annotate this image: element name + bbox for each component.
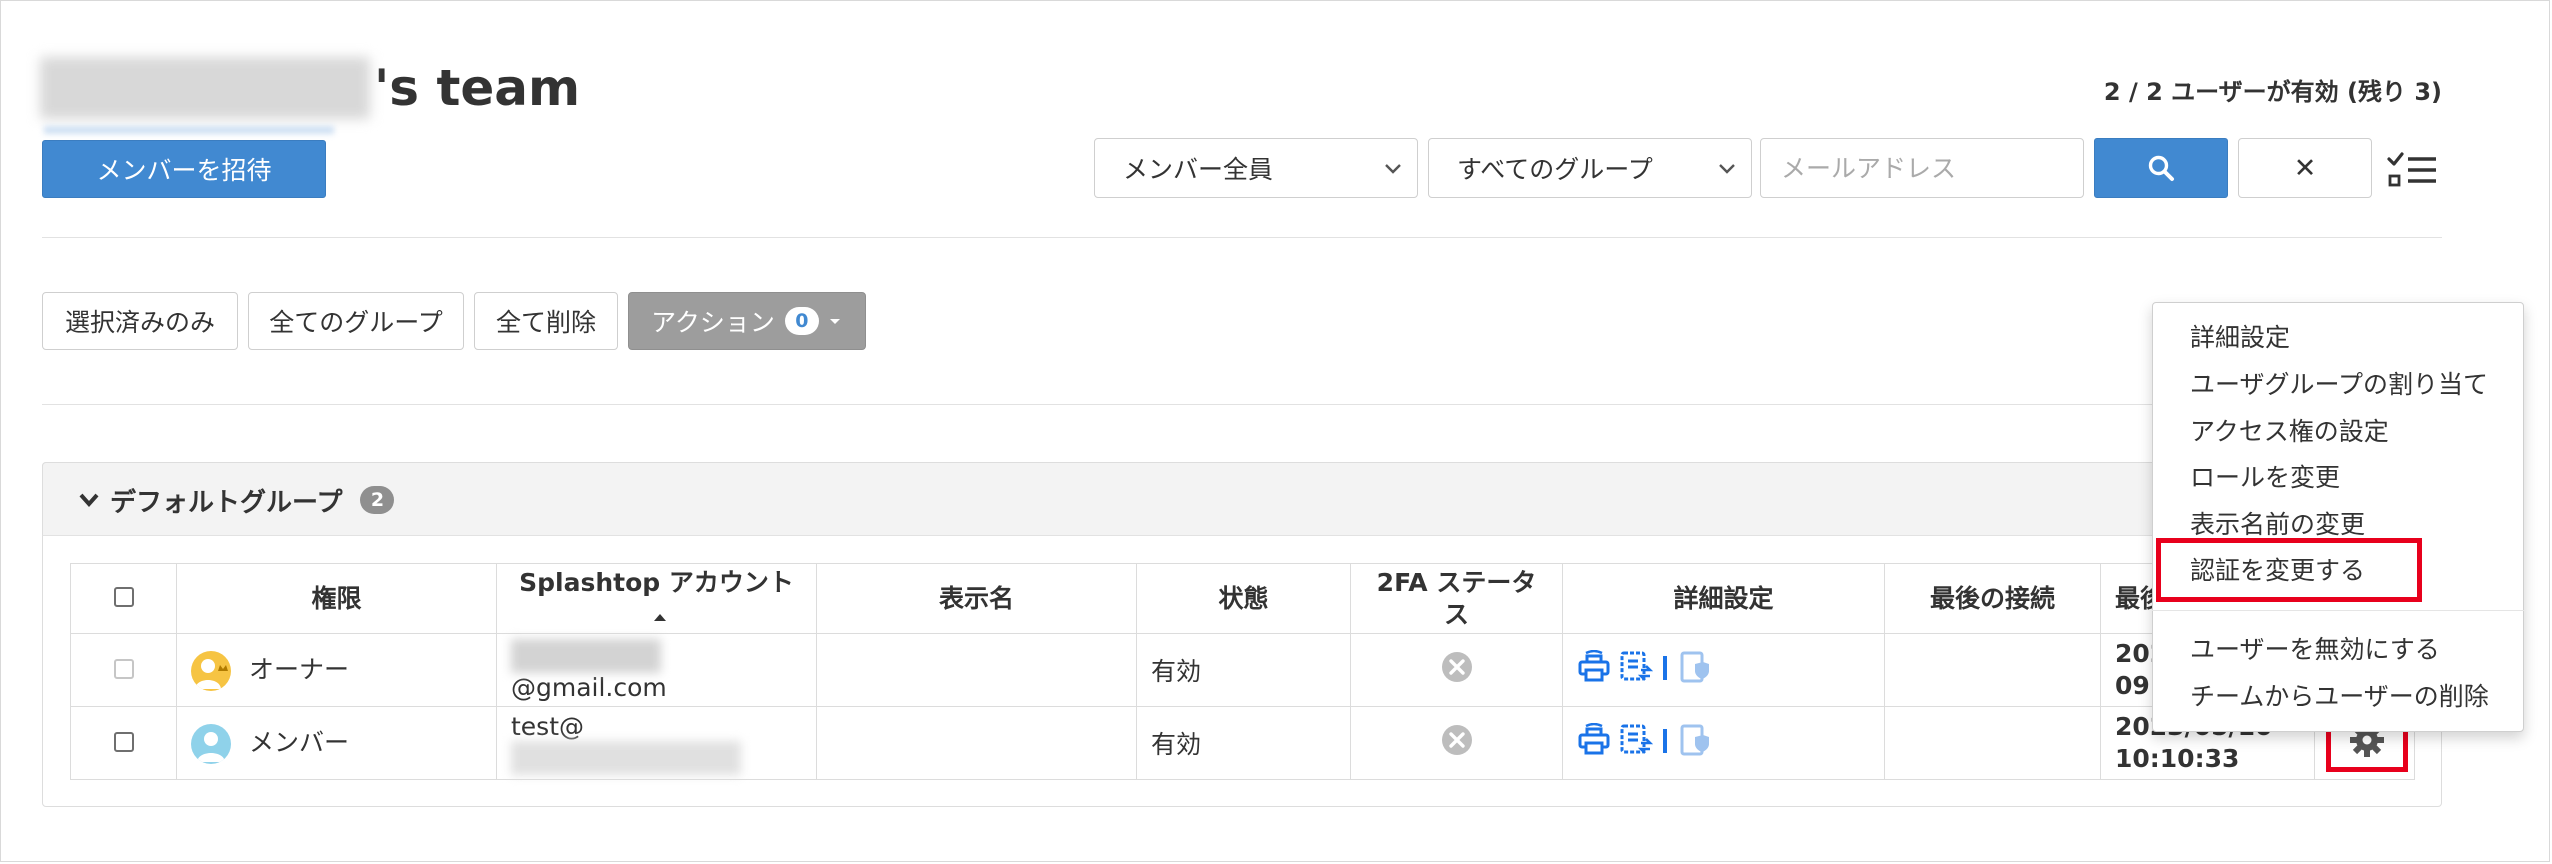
caret-down-icon: [829, 319, 840, 324]
account-cell: test@: [496, 706, 817, 780]
member-filter-select[interactable]: メンバー全員: [1094, 138, 1418, 198]
row-select-cell: [70, 633, 177, 707]
menu-item-change-display-name[interactable]: 表示名前の変更: [2190, 503, 2365, 543]
menu-divider: [2152, 610, 2524, 611]
divider: [42, 404, 2442, 405]
2fa-cell: [1350, 633, 1563, 707]
table-row: オーナー @gmail.com 有効 202 09:: [70, 633, 2415, 707]
display-name-cell: [816, 706, 1137, 780]
2fa-disabled-icon: [1441, 725, 1472, 755]
invite-member-button[interactable]: メンバーを招待: [42, 140, 326, 198]
account-label: test@: [511, 711, 585, 741]
device-auth-icon[interactable]: [1677, 650, 1711, 684]
menu-item-access-permissions[interactable]: アクセス権の設定: [2190, 410, 2389, 450]
checklist-icon: [2387, 152, 2436, 187]
last-connection-cell: [1884, 633, 2101, 707]
select-all-checkbox[interactable]: [113, 586, 134, 607]
redacted-email: [511, 638, 661, 673]
row-checkbox[interactable]: [113, 731, 134, 752]
table-header-row: 権限 Splashtop アカウント 表示名 状態 2FA ステータス 詳細設定…: [70, 563, 2415, 634]
last-connection-cell: [1884, 706, 2101, 780]
status-cell: 有効: [1136, 633, 1351, 707]
menu-item-remove-user[interactable]: チームからユーザーの削除: [2190, 675, 2489, 715]
search-button[interactable]: [2094, 138, 2228, 198]
sort-asc-icon: [653, 613, 666, 621]
table-row: メンバー test@ 有効 2023/05/10 10:10:33: [70, 706, 2415, 780]
team-title-suffix: 's team: [374, 59, 581, 117]
menu-item-assign-group[interactable]: ユーザグループの割り当て: [2190, 363, 2488, 403]
remote-print-icon[interactable]: [1577, 722, 1611, 757]
row-select-cell: [70, 706, 177, 780]
clear-icon: ✕: [2293, 152, 2317, 184]
member-avatar-icon: [191, 723, 231, 764]
settings-icons-cell: [1562, 706, 1885, 780]
highlight-box: [2156, 538, 2422, 602]
column-header-account-label: Splashtop アカウント: [519, 567, 794, 597]
column-header-last-connection[interactable]: 最後の接続: [1884, 563, 2101, 634]
column-header-settings: 詳細設定: [1562, 563, 1885, 634]
delete-all-button[interactable]: 全て削除: [474, 292, 618, 350]
2fa-disabled-icon: [1441, 652, 1472, 682]
delete-all-label: 全て削除: [495, 308, 596, 337]
menu-item-disable-user[interactable]: ユーザーを無効にする: [2190, 628, 2440, 668]
redacted-email: [511, 740, 741, 775]
file-transfer-icon[interactable]: [1619, 650, 1654, 684]
users-table: 権限 Splashtop アカウント 表示名 状態 2FA ステータス 詳細設定…: [70, 563, 2415, 780]
team-title: 's team: [40, 52, 580, 124]
group-panel-header[interactable]: [42, 462, 2442, 536]
role-cell: メンバー: [176, 706, 497, 780]
member-filter-value: メンバー全員: [1123, 155, 1274, 184]
redacted-team-name: [40, 57, 370, 119]
file-transfer-icon[interactable]: [1619, 723, 1654, 757]
chevron-down-icon: [1719, 164, 1735, 174]
email-search-input[interactable]: [1760, 138, 2084, 198]
status-cell: 有効: [1136, 706, 1351, 780]
device-auth-icon[interactable]: [1677, 723, 1711, 757]
invite-member-label: メンバーを招待: [96, 156, 272, 185]
redacted-link: [44, 126, 334, 134]
settings-icons-cell: [1562, 633, 1885, 707]
role-label: メンバー: [248, 727, 349, 757]
owner-avatar-icon: [191, 650, 231, 691]
active-users-status: 2 / 2 ユーザーが有効 (残り 3): [2103, 78, 2442, 106]
last-time-time: 10:10:33: [2115, 744, 2240, 773]
account-cell: @gmail.com: [496, 633, 817, 707]
role-cell: オーナー: [176, 633, 497, 707]
column-header-status[interactable]: 状態: [1136, 563, 1351, 634]
all-groups-button[interactable]: 全てのグループ: [248, 292, 464, 350]
column-header-2fa[interactable]: 2FA ステータス: [1350, 563, 1563, 634]
column-header-account[interactable]: Splashtop アカウント: [496, 563, 817, 634]
action-count-badge: 0: [784, 307, 819, 335]
divider: [42, 237, 2442, 238]
all-groups-label: 全てのグループ: [269, 308, 443, 337]
group-header-toggle[interactable]: デフォルトグループ 2: [78, 480, 395, 520]
chevron-down-icon: [79, 493, 99, 508]
column-header-role[interactable]: 権限: [176, 563, 497, 634]
role-label: オーナー: [248, 654, 349, 684]
remote-print-icon[interactable]: [1577, 649, 1611, 684]
group-filter-select[interactable]: すべてのグループ: [1428, 138, 1752, 198]
group-filter-value: すべてのグループ: [1457, 155, 1653, 184]
selected-only-label: 選択済みのみ: [64, 308, 215, 337]
column-header-display-name[interactable]: 表示名: [816, 563, 1137, 634]
separator-icon: [1662, 729, 1667, 753]
2fa-cell: [1350, 706, 1563, 780]
separator-icon: [1662, 656, 1667, 680]
action-label: アクション: [651, 308, 775, 337]
account-label: @gmail.com: [511, 672, 667, 702]
clear-filter-button[interactable]: ✕: [2238, 138, 2372, 198]
search-icon: [2148, 155, 2174, 181]
select-all-header: [70, 563, 177, 634]
menu-item-change-role[interactable]: ロールを変更: [2190, 456, 2340, 496]
menu-item-details[interactable]: 詳細設定: [2190, 316, 2290, 356]
display-name-cell: [816, 633, 1137, 707]
action-dropdown-button[interactable]: アクション 0: [628, 292, 866, 350]
group-count-badge: 2: [360, 486, 395, 514]
row-checkbox[interactable]: [113, 658, 134, 679]
bulk-select-toggle[interactable]: [2386, 150, 2438, 190]
chevron-down-icon: [1385, 164, 1401, 174]
selected-only-button[interactable]: 選択済みのみ: [42, 292, 238, 350]
group-title-label: デフォルトグループ: [110, 487, 343, 518]
